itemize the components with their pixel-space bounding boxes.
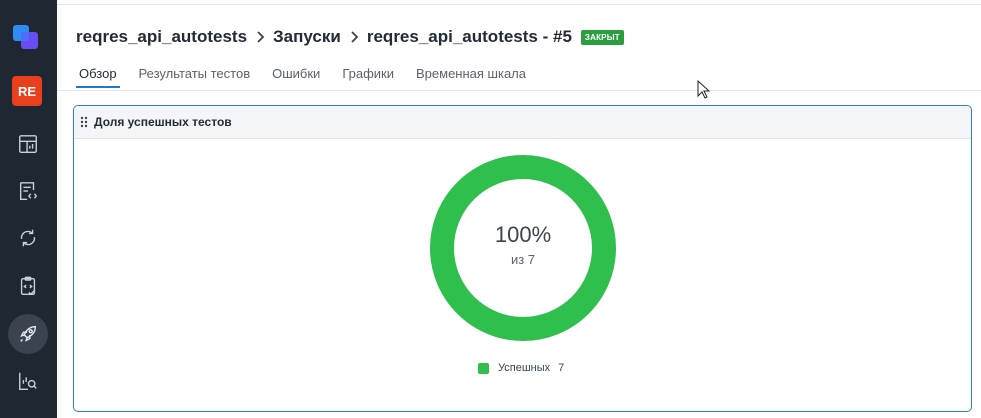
- dashboard-icon: [19, 135, 37, 153]
- success-rate-widget: Доля успешных тестов 100% из 7 Успешных …: [73, 105, 972, 412]
- test-cases-icon: [19, 182, 38, 200]
- tab-overview[interactable]: Обзор: [76, 62, 120, 88]
- mouse-cursor-icon: [697, 80, 711, 99]
- dashboards-button[interactable]: [8, 124, 48, 164]
- analytics-button[interactable]: [8, 361, 48, 401]
- sync-button[interactable]: [8, 218, 48, 258]
- widget-header[interactable]: Доля успешных тестов: [74, 106, 971, 139]
- breadcrumb-project[interactable]: reqres_api_autotests: [76, 27, 247, 47]
- breadcrumb-launches[interactable]: Запуски: [273, 27, 341, 47]
- legend-count: 7: [558, 362, 565, 374]
- tab-test-results[interactable]: Результаты тестов: [136, 62, 254, 88]
- total-count: из 7: [510, 251, 536, 267]
- tab-timeline[interactable]: Временная шкала: [413, 62, 529, 88]
- chart-legend: Успешных 7: [478, 362, 564, 374]
- legend-swatch: [478, 362, 489, 374]
- clipboard-check-icon: [20, 276, 36, 296]
- tabs-divider: [57, 90, 981, 91]
- sync-icon: [20, 229, 36, 247]
- app-logo-icon[interactable]: [11, 22, 43, 54]
- chevron-right-icon: [349, 30, 359, 44]
- breadcrumb: reqres_api_autotests Запуски reqres_api_…: [76, 25, 624, 49]
- widget-title: Доля успешных тестов: [94, 115, 232, 129]
- drag-handle-icon[interactable]: [80, 116, 90, 128]
- chevron-right-icon: [255, 30, 265, 44]
- test-cases-button[interactable]: [8, 171, 48, 211]
- success-percent: 100%: [494, 221, 552, 247]
- analytics-search-icon: [19, 372, 37, 390]
- rocket-icon: [20, 325, 37, 342]
- tab-errors[interactable]: Ошибки: [269, 62, 323, 88]
- status-badge: ЗАКРЫТ: [580, 29, 624, 45]
- sidebar: RE: [0, 0, 57, 418]
- tab-bar: Обзор Результаты тестов Ошибки Графики В…: [76, 62, 545, 88]
- test-plans-button[interactable]: [8, 266, 48, 306]
- launches-button[interactable]: [8, 314, 48, 354]
- donut-chart: 100% из 7: [428, 153, 618, 343]
- breadcrumb-launch: reqres_api_autotests - #5: [366, 27, 572, 46]
- top-divider: [57, 4, 981, 5]
- legend-label: Успешных: [498, 362, 551, 374]
- tab-charts[interactable]: Графики: [339, 62, 397, 88]
- project-avatar[interactable]: RE: [12, 76, 42, 106]
